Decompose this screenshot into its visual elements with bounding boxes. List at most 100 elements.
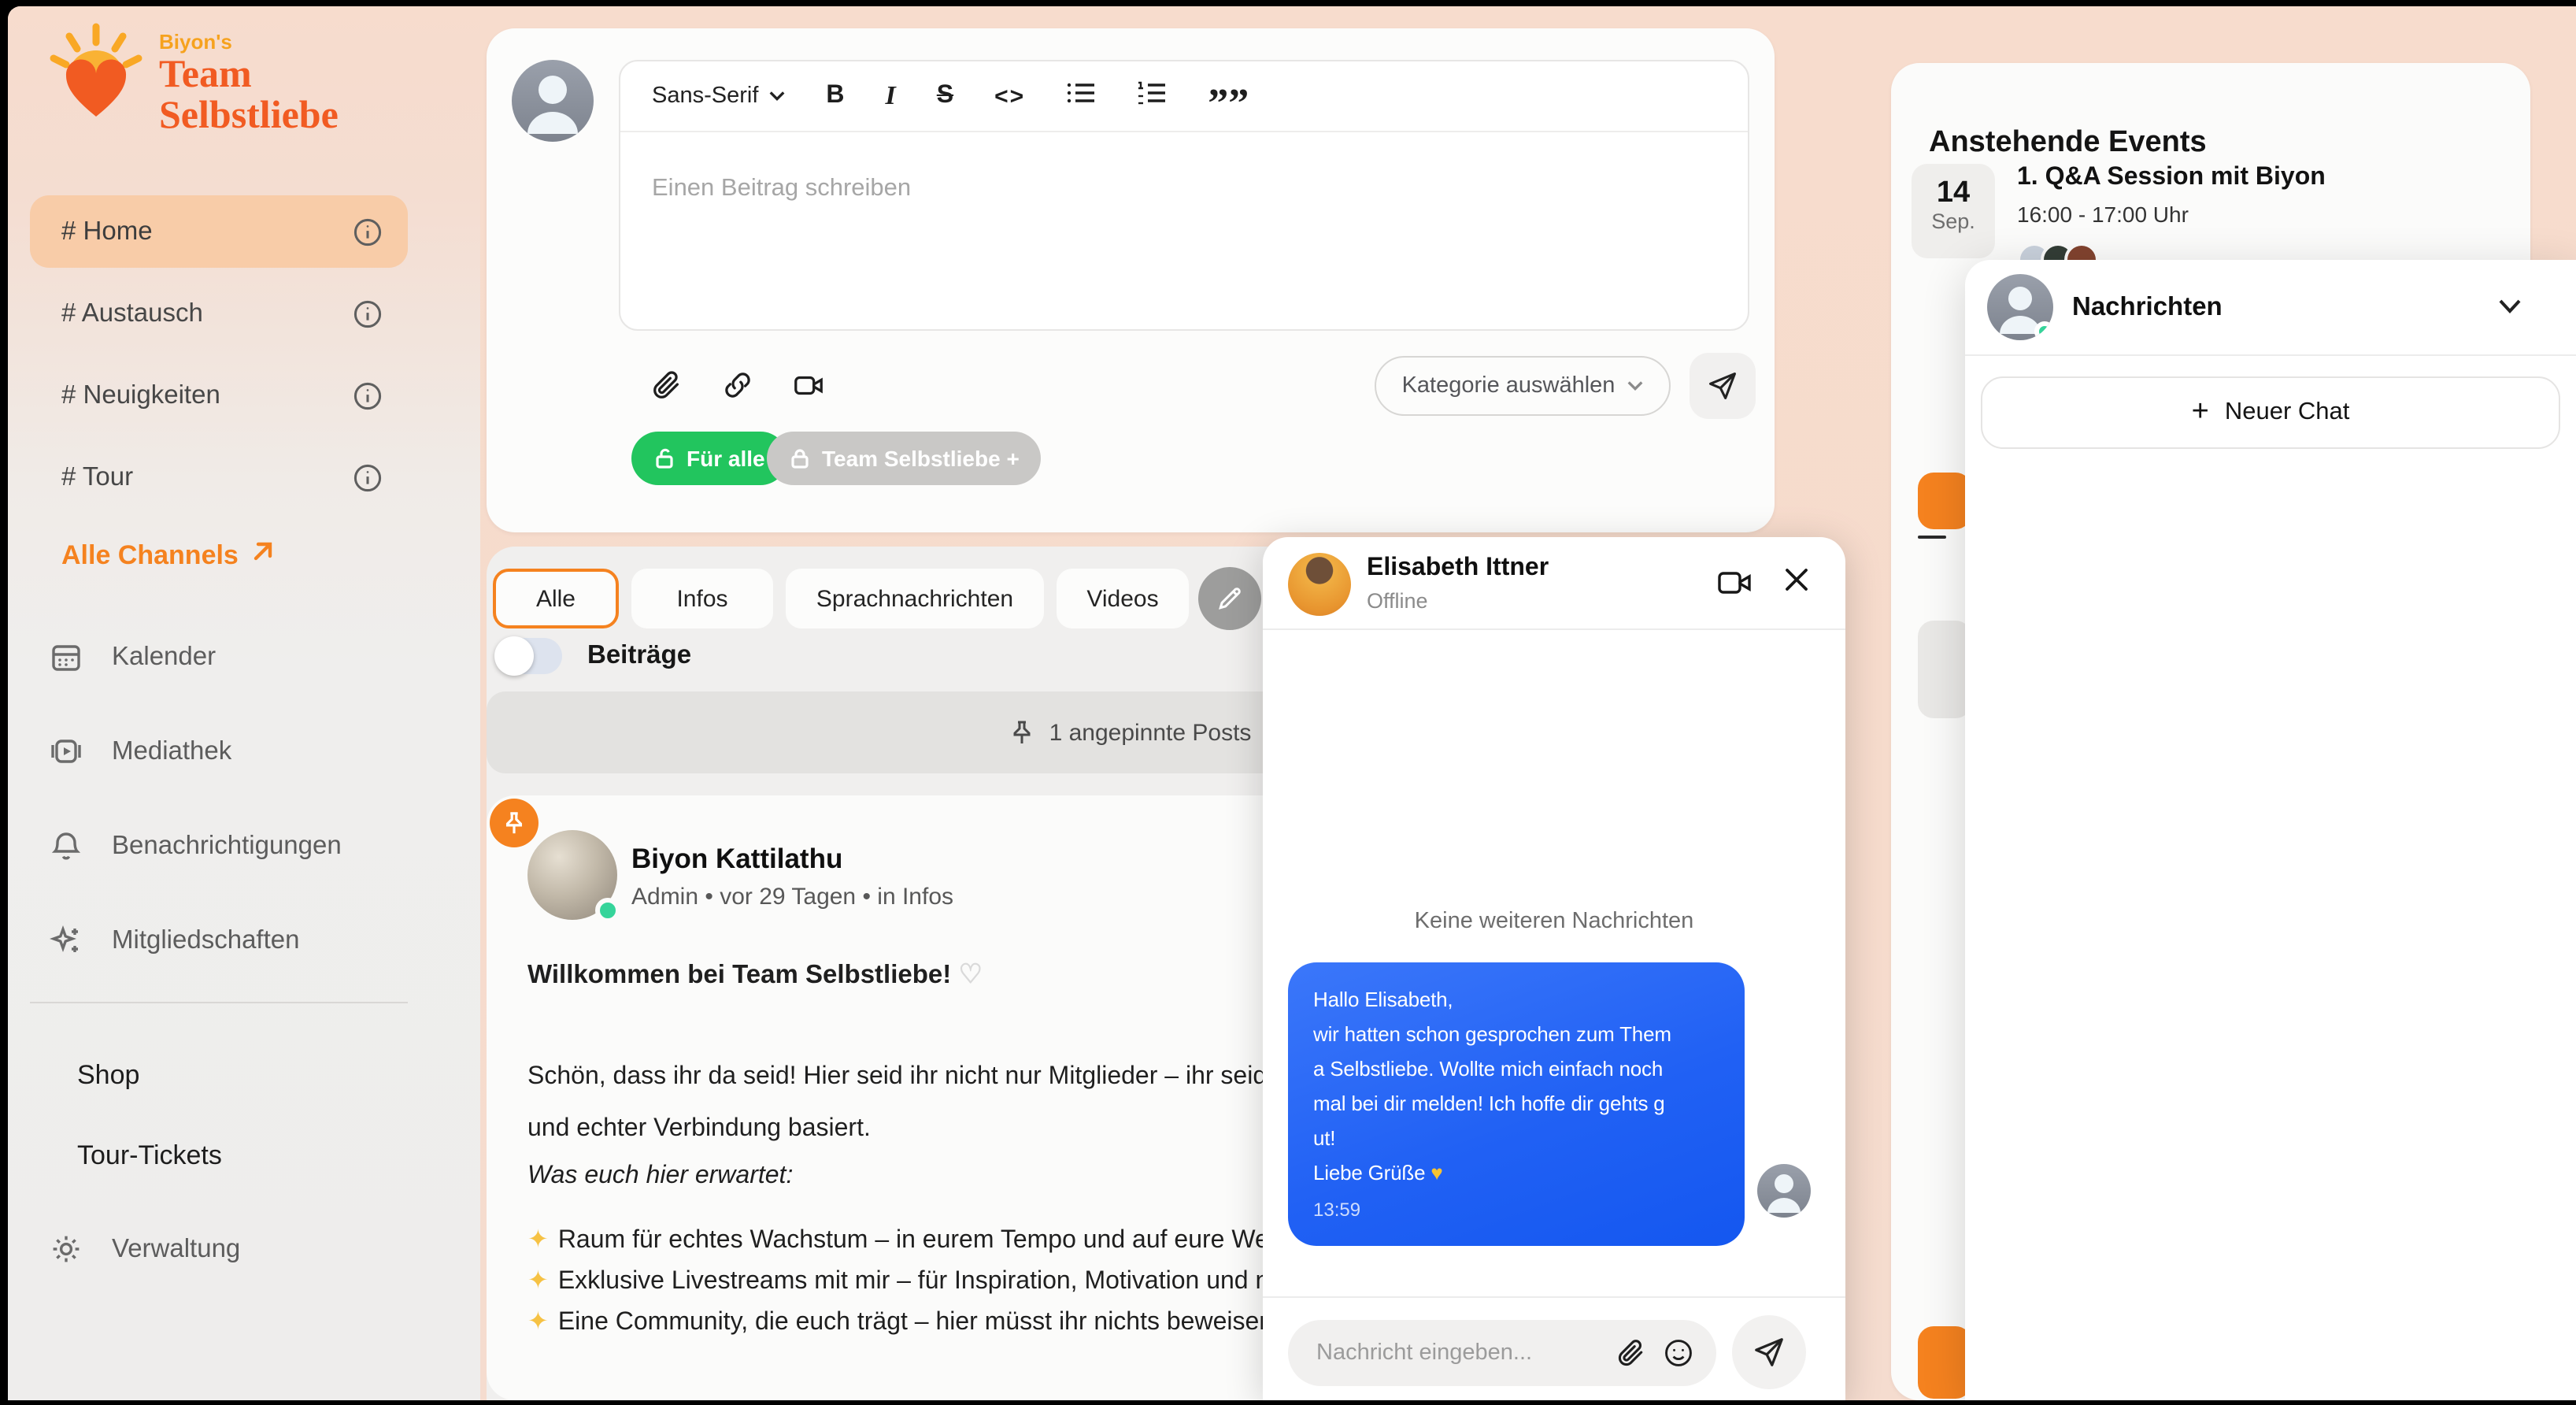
messages-panel: Nachrichten + Neuer Chat [1965, 260, 2576, 1400]
post-bullet: ✦Raum für echtes Wachstum – in eurem Tem… [527, 1224, 1301, 1255]
sidebar-item-all-channels[interactable]: Alle Channels [61, 539, 276, 572]
event-title[interactable]: 1. Q&A Session mit Biyon [2017, 164, 2326, 192]
plus-icon: + [2192, 395, 2209, 430]
pencil-icon [1216, 584, 1244, 613]
sparkles-icon: ✦ [527, 1309, 549, 1336]
event-month: Sep. [1912, 209, 1995, 233]
event-day: 14 [1912, 178, 1995, 209]
sidebar-item-kalender[interactable]: Kalender [30, 621, 408, 693]
send-icon [1752, 1336, 1786, 1369]
visibility-team-label: Team Selbstliebe + [822, 446, 1020, 471]
numbered-list-button[interactable] [1137, 80, 1167, 113]
tab-infos[interactable]: Infos [631, 569, 773, 628]
bell-icon [49, 829, 83, 863]
beitraege-toggle[interactable] [499, 638, 562, 674]
post-author-name[interactable]: Biyon Kattilathu [631, 843, 842, 876]
quote-button[interactable]: ”” [1208, 80, 1249, 112]
pin-icon [1010, 719, 1035, 746]
messages-user-avatar [1987, 274, 2053, 340]
tab-label: Videos [1086, 585, 1158, 612]
sidebar-item-austausch[interactable]: # Austausch [30, 277, 408, 350]
app-page: Biyon's Team Selbstliebe # Home # Austau… [8, 6, 2576, 1400]
submit-post-button[interactable] [1690, 353, 1756, 419]
new-chat-button[interactable]: + Neuer Chat [1981, 376, 2560, 449]
font-selector[interactable]: Sans-Serif [652, 83, 785, 109]
sidebar-item-mediathek[interactable]: Mediathek [30, 715, 408, 788]
sidebar-item-verwaltung[interactable]: Verwaltung [30, 1213, 408, 1285]
video-call-button[interactable] [1716, 567, 1752, 606]
edit-filters-button[interactable] [1198, 567, 1261, 630]
attachment-row [650, 356, 825, 413]
online-status-dot [595, 898, 620, 923]
chat-window: Elisabeth Ittner Offline Keine weiteren … [1263, 537, 1845, 1400]
post-subtitle: Was euch hier erwartet: [527, 1162, 793, 1191]
online-status-dot [2034, 321, 2053, 340]
sidebar-item-neuigkeiten[interactable]: # Neuigkeiten [30, 359, 408, 432]
info-icon[interactable] [353, 380, 383, 410]
sidebar-item-shop[interactable]: Shop [77, 1040, 139, 1112]
tab-videos[interactable]: Videos [1057, 569, 1189, 628]
all-channels-label: Alle Channels [61, 539, 239, 571]
brand-logo[interactable]: Biyon's Team Selbstliebe [46, 22, 339, 137]
message-timestamp: 13:59 [1313, 1199, 1719, 1221]
code-button[interactable]: <> [994, 83, 1025, 109]
pinned-posts-label: 1 angepinnte Posts [1049, 719, 1252, 746]
send-message-button[interactable] [1732, 1315, 1806, 1389]
info-icon[interactable] [353, 298, 383, 328]
visibility-public-pill[interactable]: Für alle [631, 432, 787, 485]
sidebar-item-label: Kalender [112, 642, 216, 672]
post-author-avatar[interactable] [527, 830, 617, 920]
sidebar-item-label: # Austausch [61, 298, 203, 328]
collapse-messages-button[interactable] [2497, 295, 2522, 323]
messages-panel-title: Nachrichten [2072, 293, 2223, 323]
sparkles-icon: ✦ [527, 1268, 549, 1295]
event-accent-sliver [1918, 473, 1971, 529]
sidebar-item-home[interactable]: # Home [30, 195, 408, 268]
post-title: Willkommen bei Team Selbstliebe! [527, 961, 951, 989]
message-input[interactable]: Nachricht eingeben... [1288, 1320, 1716, 1386]
bullet-list-button[interactable] [1066, 80, 1096, 113]
sidebar-item-label: Mediathek [112, 736, 231, 766]
sun-heart-logo-icon [46, 22, 146, 128]
brand-line1: Team [159, 55, 339, 96]
pin-icon [502, 810, 526, 836]
post-bullet: ✦Exklusive Livestreams mit mir – für Ins… [527, 1265, 1297, 1296]
italic-button[interactable]: I [886, 80, 896, 112]
sidebar-item-tour-tickets[interactable]: Tour-Tickets [77, 1120, 222, 1192]
sidebar-item-mitgliedschaften[interactable]: Mitgliedschaften [30, 904, 408, 977]
message-line: a Selbstliebe. Wollte mich einfach noch [1313, 1052, 1719, 1087]
composer-placeholder[interactable]: Einen Beitrag schreiben [652, 175, 911, 203]
brand-text: Biyon's Team Selbstliebe [159, 22, 339, 137]
event-text-sliver [1918, 536, 1946, 539]
visibility-team-pill[interactable]: Team Selbstliebe + [767, 432, 1042, 485]
sidebar-item-label: Benachrichtigungen [112, 831, 342, 861]
category-select[interactable]: Kategorie auswählen [1375, 356, 1671, 416]
events-panel-title: Anstehende Events [1929, 126, 2207, 161]
bold-button[interactable]: B [826, 82, 844, 110]
chevron-down-icon [768, 90, 785, 102]
sidebar-item-tour[interactable]: # Tour [30, 441, 408, 513]
strikethrough-button[interactable]: S [937, 82, 953, 110]
divider [1263, 628, 1845, 630]
link-icon[interactable] [721, 368, 754, 401]
current-user-avatar [512, 60, 594, 142]
lock-open-icon [653, 447, 675, 469]
tab-sprachnachrichten[interactable]: Sprachnachrichten [786, 569, 1044, 628]
info-icon[interactable] [353, 217, 383, 247]
close-icon [1782, 565, 1811, 594]
arrow-up-right-icon [251, 539, 276, 572]
emoji-icon[interactable] [1663, 1337, 1694, 1369]
tab-alle[interactable]: Alle [493, 569, 619, 628]
info-icon[interactable] [353, 462, 383, 492]
paperclip-icon[interactable] [1616, 1337, 1647, 1369]
video-camera-icon[interactable] [792, 368, 825, 401]
sidebar-item-label: Verwaltung [112, 1234, 240, 1264]
close-chat-button[interactable] [1782, 565, 1811, 602]
sidebar: Biyon's Team Selbstliebe # Home # Austau… [8, 6, 480, 1400]
paperclip-icon[interactable] [650, 368, 683, 401]
send-icon [1707, 370, 1738, 402]
sidebar-item-label: Tour-Tickets [77, 1140, 222, 1172]
white-heart-icon: ♡ [958, 959, 983, 989]
sidebar-item-benachrichtigungen[interactable]: Benachrichtigungen [30, 810, 408, 882]
event-date-sliver [1918, 621, 1971, 718]
